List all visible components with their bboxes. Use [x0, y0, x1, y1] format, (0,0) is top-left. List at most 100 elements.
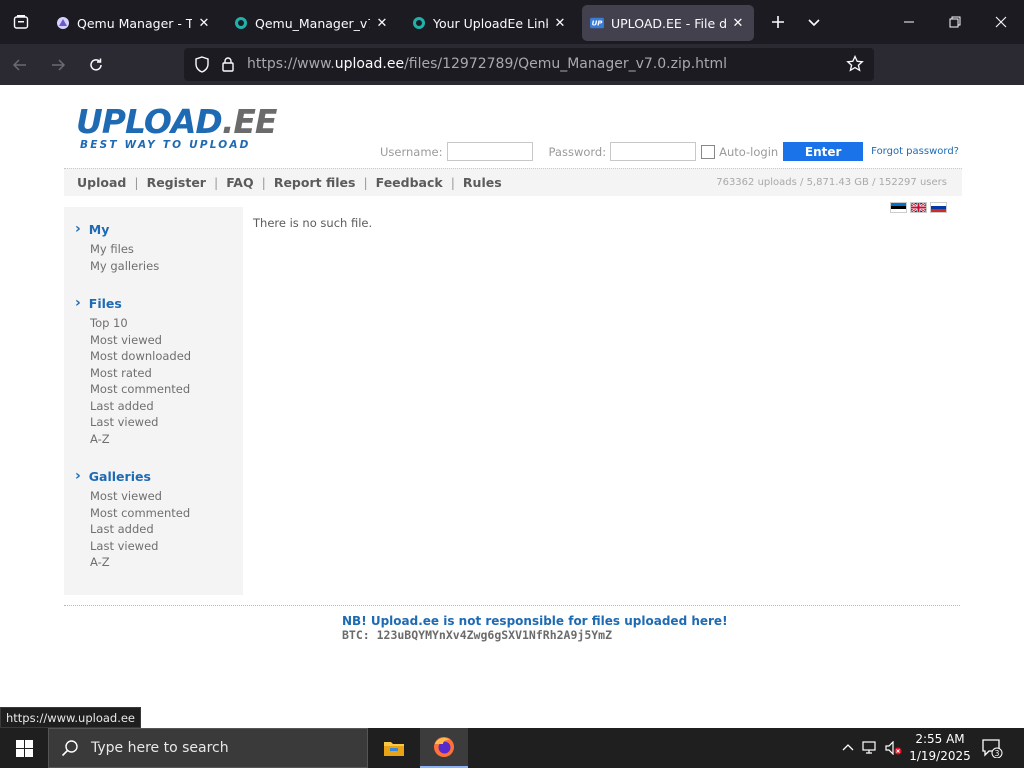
- bookmark-star-icon[interactable]: [846, 54, 864, 77]
- logo-wordmark: UPLOAD.EE: [76, 102, 278, 141]
- windows-start-icon[interactable]: [0, 728, 48, 768]
- tab-qemu-zip[interactable]: Qemu_Manager_v7.0.zip ✕: [226, 5, 398, 41]
- sidebar-link-last-added[interactable]: Last added: [90, 399, 154, 413]
- sidebar-link-a-z[interactable]: A-Z: [90, 432, 110, 446]
- windows-taskbar: Type here to search 2:55 AM 1/19/2025 3: [0, 728, 1024, 768]
- menu-separator: |: [134, 175, 139, 190]
- lock-icon[interactable]: [221, 56, 235, 77]
- notification-count: 3: [995, 749, 1000, 758]
- search-placeholder: Type here to search: [91, 740, 229, 756]
- file-explorer-icon[interactable]: [370, 728, 418, 768]
- autologin-checkbox[interactable]: [701, 144, 716, 159]
- close-icon[interactable]: ✕: [196, 15, 212, 31]
- sidebar-section-galleries[interactable]: › Galleries: [75, 468, 151, 484]
- menu-register[interactable]: Register: [147, 175, 206, 190]
- url-path: /files/12972789/Qemu_Manager_v7.0.zip.ht…: [404, 56, 728, 72]
- taskbar-clock[interactable]: 2:55 AM 1/19/2025: [905, 731, 975, 765]
- enter-button[interactable]: Enter: [783, 142, 864, 161]
- main-menu: Upload | Register | FAQ | Report files |…: [64, 168, 962, 196]
- tab-title: UPLOAD.EE - File does: [611, 15, 726, 31]
- close-window-icon[interactable]: [978, 0, 1024, 44]
- autologin-label: Auto-login: [719, 144, 779, 159]
- chevron-down-icon[interactable]: [798, 6, 830, 38]
- link-status-tooltip: https://www.upload.ee: [0, 707, 142, 728]
- sidebar-link-most-viewed[interactable]: Most viewed: [90, 333, 162, 347]
- sidebar: › My My files My galleries › Files Top 10 …: [64, 207, 243, 595]
- forgot-password-link[interactable]: Forgot password?: [871, 146, 959, 157]
- system-tray: [838, 728, 906, 768]
- tab-uploadee-active[interactable]: UP UPLOAD.EE - File does ✕: [582, 5, 754, 41]
- url-text[interactable]: https://www.upload.ee/files/12972789/Qem…: [247, 56, 727, 72]
- sidebar-link-gal-last-viewed[interactable]: Last viewed: [90, 539, 158, 553]
- notifications-icon[interactable]: 3: [972, 728, 1012, 768]
- login-form: Username: Password: Auto-login Enter For…: [380, 142, 959, 161]
- menu-separator: |: [213, 175, 219, 190]
- chevron-right-icon: ›: [75, 295, 81, 311]
- sidebar-section-files[interactable]: › Files: [75, 295, 122, 311]
- tab-title: Qemu Manager - The F: [77, 15, 192, 31]
- menu-feedback[interactable]: Feedback: [376, 175, 443, 190]
- web-page: UPLOAD.EE BEST WAY TO UPLOAD Username: P…: [0, 85, 1024, 728]
- sidebar-link-my-galleries[interactable]: My galleries: [90, 259, 159, 273]
- logo-upload: UPLOAD: [76, 102, 223, 141]
- sidebar-section-my[interactable]: › My: [75, 221, 109, 237]
- menu-upload[interactable]: Upload: [77, 175, 126, 190]
- error-message: There is no such file.: [253, 216, 373, 230]
- sidebar-link-gal-a-z[interactable]: A-Z: [90, 555, 110, 569]
- taskbar-search-box[interactable]: Type here to search: [48, 728, 368, 768]
- menu-separator: |: [363, 175, 368, 190]
- tab-title: Your UploadEe Link - M: [433, 15, 548, 31]
- site-logo[interactable]: UPLOAD.EE BEST WAY TO UPLOAD: [76, 102, 278, 152]
- btc-address: BTC: 123uBQYMYnXv4Zwg6gSXV1NfRh2A9j5YmZ: [342, 628, 613, 642]
- tab-list-icon[interactable]: [0, 0, 42, 44]
- back-arrow-icon[interactable]: [2, 49, 38, 81]
- sidebar-link-gal-last-added[interactable]: Last added: [90, 522, 154, 536]
- sidebar-link-gal-most-viewed[interactable]: Most viewed: [90, 489, 162, 503]
- up-favicon-icon: UP: [590, 16, 604, 30]
- reload-icon[interactable]: [78, 49, 114, 81]
- password-input[interactable]: [610, 142, 697, 161]
- estonian-flag-icon[interactable]: [890, 202, 907, 213]
- password-label: Password:: [548, 144, 607, 159]
- sidebar-link-most-commented[interactable]: Most commented: [90, 382, 190, 396]
- close-icon[interactable]: ✕: [374, 15, 390, 31]
- qemu-favicon-icon: [56, 16, 70, 30]
- russian-flag-icon[interactable]: [930, 202, 947, 213]
- menu-report-files[interactable]: Report files: [274, 175, 356, 190]
- forward-arrow-icon[interactable]: [40, 49, 76, 81]
- close-icon[interactable]: ✕: [730, 15, 746, 31]
- uploadee-favicon-icon: [234, 16, 248, 30]
- shield-icon[interactable]: [194, 56, 210, 77]
- minimize-icon[interactable]: [886, 0, 932, 44]
- menu-faq[interactable]: FAQ: [226, 175, 253, 190]
- firefox-icon[interactable]: [420, 728, 468, 768]
- logo-tagline: BEST WAY TO UPLOAD: [80, 139, 251, 151]
- logo-ee: .EE: [221, 102, 278, 141]
- sidebar-link-my-files[interactable]: My files: [90, 242, 134, 256]
- restore-icon[interactable]: [932, 0, 978, 44]
- disclaimer-notice: NB! Upload.ee is not responsible for fil…: [342, 614, 728, 628]
- footer-divider: [64, 605, 960, 606]
- site-stats: 763362 uploads / 5,871.43 GB / 152297 us…: [716, 177, 947, 188]
- volume-muted-icon[interactable]: [882, 741, 906, 755]
- english-flag-icon[interactable]: [910, 202, 927, 213]
- language-flags: [890, 202, 950, 213]
- sidebar-link-top-10[interactable]: Top 10: [90, 316, 128, 330]
- close-icon[interactable]: ✕: [552, 15, 568, 31]
- sidebar-link-most-downloaded[interactable]: Most downloaded: [90, 349, 191, 363]
- browser-tab-bar: Qemu Manager - The F ✕ Qemu_Manager_v7.0…: [0, 0, 1024, 44]
- url-host: upload.ee: [334, 56, 405, 72]
- chevron-right-icon: ›: [75, 221, 81, 237]
- menu-rules[interactable]: Rules: [463, 175, 502, 190]
- address-bar[interactable]: https://www.upload.ee/files/12972789/Qem…: [184, 48, 874, 81]
- tab-uploadee-link[interactable]: Your UploadEe Link - M ✕: [404, 5, 576, 41]
- tab-qemu-manager[interactable]: Qemu Manager - The F ✕: [48, 5, 220, 41]
- chevron-up-icon[interactable]: [838, 742, 858, 754]
- network-icon[interactable]: [858, 741, 882, 755]
- sidebar-link-most-rated[interactable]: Most rated: [90, 366, 152, 380]
- new-tab-icon[interactable]: [762, 6, 794, 38]
- username-input[interactable]: [446, 142, 533, 161]
- tab-title: Qemu_Manager_v7.0.zip: [255, 15, 370, 31]
- sidebar-link-gal-most-commented[interactable]: Most commented: [90, 506, 190, 520]
- sidebar-link-last-viewed[interactable]: Last viewed: [90, 415, 158, 429]
